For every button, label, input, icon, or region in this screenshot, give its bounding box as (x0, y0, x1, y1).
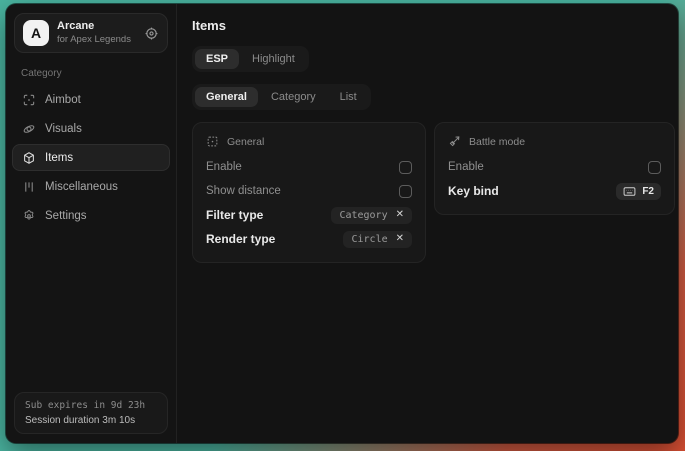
sidebar-section-label: Category (21, 68, 176, 79)
clear-icon[interactable]: ✕ (396, 210, 404, 220)
general-card-header: General (206, 135, 412, 148)
sidebar-item-settings[interactable]: Settings (12, 202, 170, 229)
sidebar-item-miscellaneous[interactable]: Miscellaneous (12, 173, 170, 200)
tab-esp[interactable]: ESP (195, 49, 239, 69)
tab-list[interactable]: List (329, 87, 368, 107)
sidebar-item-label: Aimbot (45, 94, 81, 106)
battle-card-title: Battle mode (469, 136, 525, 148)
sidebar-item-aimbot[interactable]: Aimbot (12, 86, 170, 113)
enable-checkbox[interactable] (399, 161, 412, 174)
setting-label: Filter type (206, 208, 263, 222)
setting-row-enable: Enable (206, 155, 412, 179)
keybind-value: F2 (642, 186, 654, 197)
battle-card-header: Battle mode (448, 135, 661, 148)
main-content: Items ESP Highlight General Category Lis… (177, 4, 678, 443)
app-title-block: Arcane for Apex Legends (57, 20, 131, 46)
setting-label: Show distance (206, 185, 281, 197)
render-type-value: Circle (351, 234, 387, 245)
cube-icon (22, 151, 36, 165)
gear-icon (22, 209, 36, 223)
setting-label: Enable (448, 161, 484, 173)
sidebar: A Arcane for Apex Legends Category (6, 4, 177, 443)
keybind-button[interactable]: F2 (616, 183, 661, 200)
general-card-title: General (227, 136, 264, 148)
sidebar-item-items[interactable]: Items (12, 144, 170, 171)
view-tabs: General Category List (192, 84, 371, 110)
crosshair-icon (22, 93, 36, 107)
session-duration-text: Session duration 3m 10s (25, 415, 157, 426)
sidebar-item-label: Settings (45, 210, 87, 222)
tab-category[interactable]: Category (260, 87, 327, 107)
tab-highlight[interactable]: Highlight (241, 49, 306, 69)
sword-icon (448, 135, 461, 148)
show-distance-checkbox[interactable] (399, 185, 412, 198)
setting-row-filter-type: Filter type Category ✕ (206, 203, 412, 227)
arcane-window: A Arcane for Apex Legends Category (6, 4, 678, 443)
app-subtitle: for Apex Legends (57, 34, 131, 45)
clear-icon[interactable]: ✕ (396, 234, 404, 244)
setting-row-battle-enable: Enable (448, 155, 661, 179)
page-title: Items (192, 18, 675, 33)
settings-cards: General Enable Show distance Filter type… (192, 122, 675, 263)
setting-row-key-bind: Key bind F2 (448, 179, 661, 203)
setting-label: Enable (206, 161, 242, 173)
app-logo: A (23, 20, 49, 46)
filter-type-value: Category (339, 210, 387, 221)
keyboard-icon (623, 186, 636, 197)
subscription-info-card: Sub expires in 9d 23h Session duration 3… (14, 392, 168, 434)
tab-general[interactable]: General (195, 87, 258, 107)
render-type-select[interactable]: Circle ✕ (343, 231, 412, 248)
setting-label: Key bind (448, 184, 499, 198)
orbit-icon (22, 122, 36, 136)
viewfinder-icon (206, 135, 219, 148)
columns-icon (22, 180, 36, 194)
sidebar-item-visuals[interactable]: Visuals (12, 115, 170, 142)
sidebar-item-label: Visuals (45, 123, 82, 135)
setting-row-render-type: Render type Circle ✕ (206, 227, 412, 251)
target-icon[interactable] (144, 26, 159, 41)
sidebar-item-label: Items (45, 152, 73, 164)
desktop-background: A Arcane for Apex Legends Category (0, 0, 685, 451)
battle-enable-checkbox[interactable] (648, 161, 661, 174)
filter-type-select[interactable]: Category ✕ (331, 207, 412, 224)
sidebar-item-label: Miscellaneous (45, 181, 118, 193)
sidebar-nav: Aimbot Visuals (6, 86, 176, 229)
battle-mode-card: Battle mode Enable Key bind (434, 122, 675, 215)
sub-expires-text: Sub expires in 9d 23h (25, 400, 157, 411)
general-card: General Enable Show distance Filter type… (192, 122, 426, 263)
app-name: Arcane (57, 20, 131, 33)
mode-tabs: ESP Highlight (192, 46, 309, 72)
setting-label: Render type (206, 232, 275, 246)
app-header-card: A Arcane for Apex Legends (14, 13, 168, 53)
setting-row-show-distance: Show distance (206, 179, 412, 203)
